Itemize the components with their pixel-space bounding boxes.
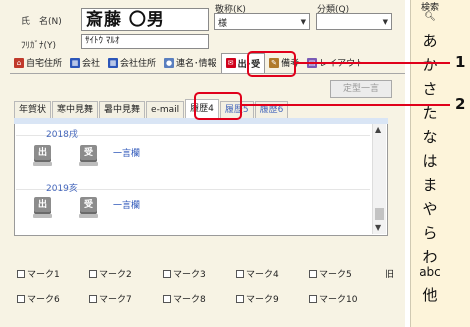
mark-checkbox-4[interactable]: マーク4 xyxy=(236,267,279,280)
index-na[interactable]: な xyxy=(411,126,449,147)
receive-stamp-button[interactable]: 受 xyxy=(79,197,98,218)
callout-highlight-1 xyxy=(247,51,296,77)
mark-checkbox-6[interactable]: マーク6 xyxy=(17,292,60,305)
tab-company-address[interactable]: ▦ 会社住所 xyxy=(104,54,160,72)
name-label: 氏 名(N) xyxy=(21,17,62,27)
scroll-up-icon[interactable]: ▲ xyxy=(375,125,381,134)
send-stamp-button[interactable]: 出 xyxy=(33,197,52,218)
mark-label: マーク7 xyxy=(99,295,132,305)
old-marker-label: 旧 xyxy=(385,270,395,280)
checkbox-icon xyxy=(309,269,317,278)
index-ya[interactable]: や xyxy=(411,198,449,219)
tab-label: 連名･情報 xyxy=(176,59,217,69)
furigana-field[interactable]: ｻｲﾄｳ ﾏﾙｵ xyxy=(81,34,209,49)
mark-checkbox-8[interactable]: マーク8 xyxy=(163,292,206,305)
fixed-phrase-button[interactable]: 定型一言 xyxy=(330,80,392,98)
mark-checkbox-1[interactable]: マーク1 xyxy=(17,267,60,280)
search-icon: 🔍︎ xyxy=(424,12,436,22)
tab-label: 会社住所 xyxy=(120,59,157,69)
year-label: 2019亥 xyxy=(46,184,78,194)
mark-label: マーク6 xyxy=(27,295,60,305)
tab-label: 会社 xyxy=(82,59,101,69)
tab-label: 自宅住所 xyxy=(26,59,63,69)
year-label: 2018戌 xyxy=(46,130,78,140)
receive-stamp-icon: 受 xyxy=(80,145,97,162)
index-abc[interactable]: abc xyxy=(411,265,449,279)
mark-label: マーク4 xyxy=(246,270,279,280)
tab-summer-greeting[interactable]: 暑中見舞 xyxy=(99,101,146,118)
index-ma[interactable]: ま xyxy=(411,174,449,195)
index-ka[interactable]: か xyxy=(411,54,449,75)
checkbox-icon xyxy=(309,294,317,303)
kana-index-panel: 検索 🔍︎ あ か さ た な は ま や ら わ abc 他 xyxy=(410,0,470,327)
mark-checkbox-3[interactable]: マーク3 xyxy=(163,267,206,280)
checkbox-icon xyxy=(17,294,25,303)
honorific-select[interactable]: 様 ▼ xyxy=(214,13,310,30)
tab-new-year-card[interactable]: 年賀状 xyxy=(14,101,52,118)
callout-highlight-2 xyxy=(194,92,242,120)
scroll-down-icon[interactable]: ▼ xyxy=(375,223,381,232)
stamp-base xyxy=(79,214,98,218)
mark-label: マーク1 xyxy=(27,270,60,280)
mark-checkbox-7[interactable]: マーク7 xyxy=(89,292,132,305)
scroll-thumb[interactable] xyxy=(375,208,384,220)
stamp-base xyxy=(79,162,98,166)
history-scrollbar[interactable]: ▲ ▼ xyxy=(372,124,386,234)
checkbox-icon xyxy=(89,269,97,278)
index-ha[interactable]: は xyxy=(411,150,449,171)
honorific-value: 様 xyxy=(218,19,228,29)
stamp-base xyxy=(33,214,52,218)
tab-home-address[interactable]: ⌂ 自宅住所 xyxy=(10,54,66,72)
receive-stamp-icon: 受 xyxy=(80,197,97,214)
index-ra[interactable]: ら xyxy=(411,222,449,243)
history-tabs: 年賀状 寒中見舞 暑中見舞 e-mail 履歴4 履歴5 履歴6 xyxy=(14,98,344,118)
mark-label: マーク10 xyxy=(319,295,358,305)
stamp-base xyxy=(33,162,52,166)
index-other[interactable]: 他 xyxy=(411,284,449,305)
tab-winter-greeting[interactable]: 寒中見舞 xyxy=(52,101,99,118)
chevron-down-icon: ▼ xyxy=(382,18,388,26)
home-icon: ⌂ xyxy=(14,57,24,68)
mark-label: マーク2 xyxy=(99,270,132,280)
building-address-icon: ▦ xyxy=(108,57,119,68)
furigana-label: ﾌﾘｶﾞﾅ(Y) xyxy=(21,41,57,51)
checkbox-icon xyxy=(17,269,25,278)
callout-line-2 xyxy=(242,104,450,106)
tab-joint-names-info[interactable]: ● 連名･情報 xyxy=(160,54,221,72)
mark-label: マーク8 xyxy=(173,295,206,305)
mark-checkbox-2[interactable]: マーク2 xyxy=(89,267,132,280)
index-sa[interactable]: さ xyxy=(411,78,449,99)
callout-line-1 xyxy=(296,62,450,64)
send-stamp-button[interactable]: 出 xyxy=(33,145,52,166)
send-stamp-icon: 出 xyxy=(34,145,51,162)
index-wa[interactable]: わ xyxy=(411,246,449,267)
checkbox-icon xyxy=(163,269,171,278)
callout-number-2: 2 xyxy=(455,95,466,113)
mark-checkbox-9[interactable]: マーク9 xyxy=(236,292,279,305)
send-stamp-icon: 出 xyxy=(34,197,51,214)
checkbox-icon xyxy=(236,269,244,278)
mark-label: マーク5 xyxy=(319,270,352,280)
receive-stamp-button[interactable]: 受 xyxy=(79,145,98,166)
tab-email[interactable]: e-mail xyxy=(146,101,185,118)
mark-checkbox-5[interactable]: マーク5 xyxy=(309,267,352,280)
mark-label: マーク3 xyxy=(173,270,206,280)
chevron-down-icon: ▼ xyxy=(300,18,306,26)
tab-company[interactable]: ▦ 会社 xyxy=(66,54,104,72)
category-select[interactable]: ▼ xyxy=(316,13,392,30)
people-icon: ● xyxy=(164,57,175,68)
search-button[interactable]: 検索 🔍︎ xyxy=(411,0,449,22)
checkbox-icon xyxy=(163,294,171,303)
mark-checkbox-10[interactable]: マーク10 xyxy=(309,292,357,305)
callout-number-1: 1 xyxy=(455,53,466,71)
checkbox-icon xyxy=(89,294,97,303)
building-icon: ▦ xyxy=(70,57,81,68)
name-field[interactable]: 斎藤 〇男 xyxy=(81,8,209,31)
comment-link[interactable]: 一言欄 xyxy=(113,198,140,211)
checkbox-icon xyxy=(236,294,244,303)
comment-link[interactable]: 一言欄 xyxy=(113,146,140,159)
index-a[interactable]: あ xyxy=(411,30,449,51)
mark-label: マーク9 xyxy=(246,295,279,305)
send-receive-icon: ✉ xyxy=(225,58,236,68)
